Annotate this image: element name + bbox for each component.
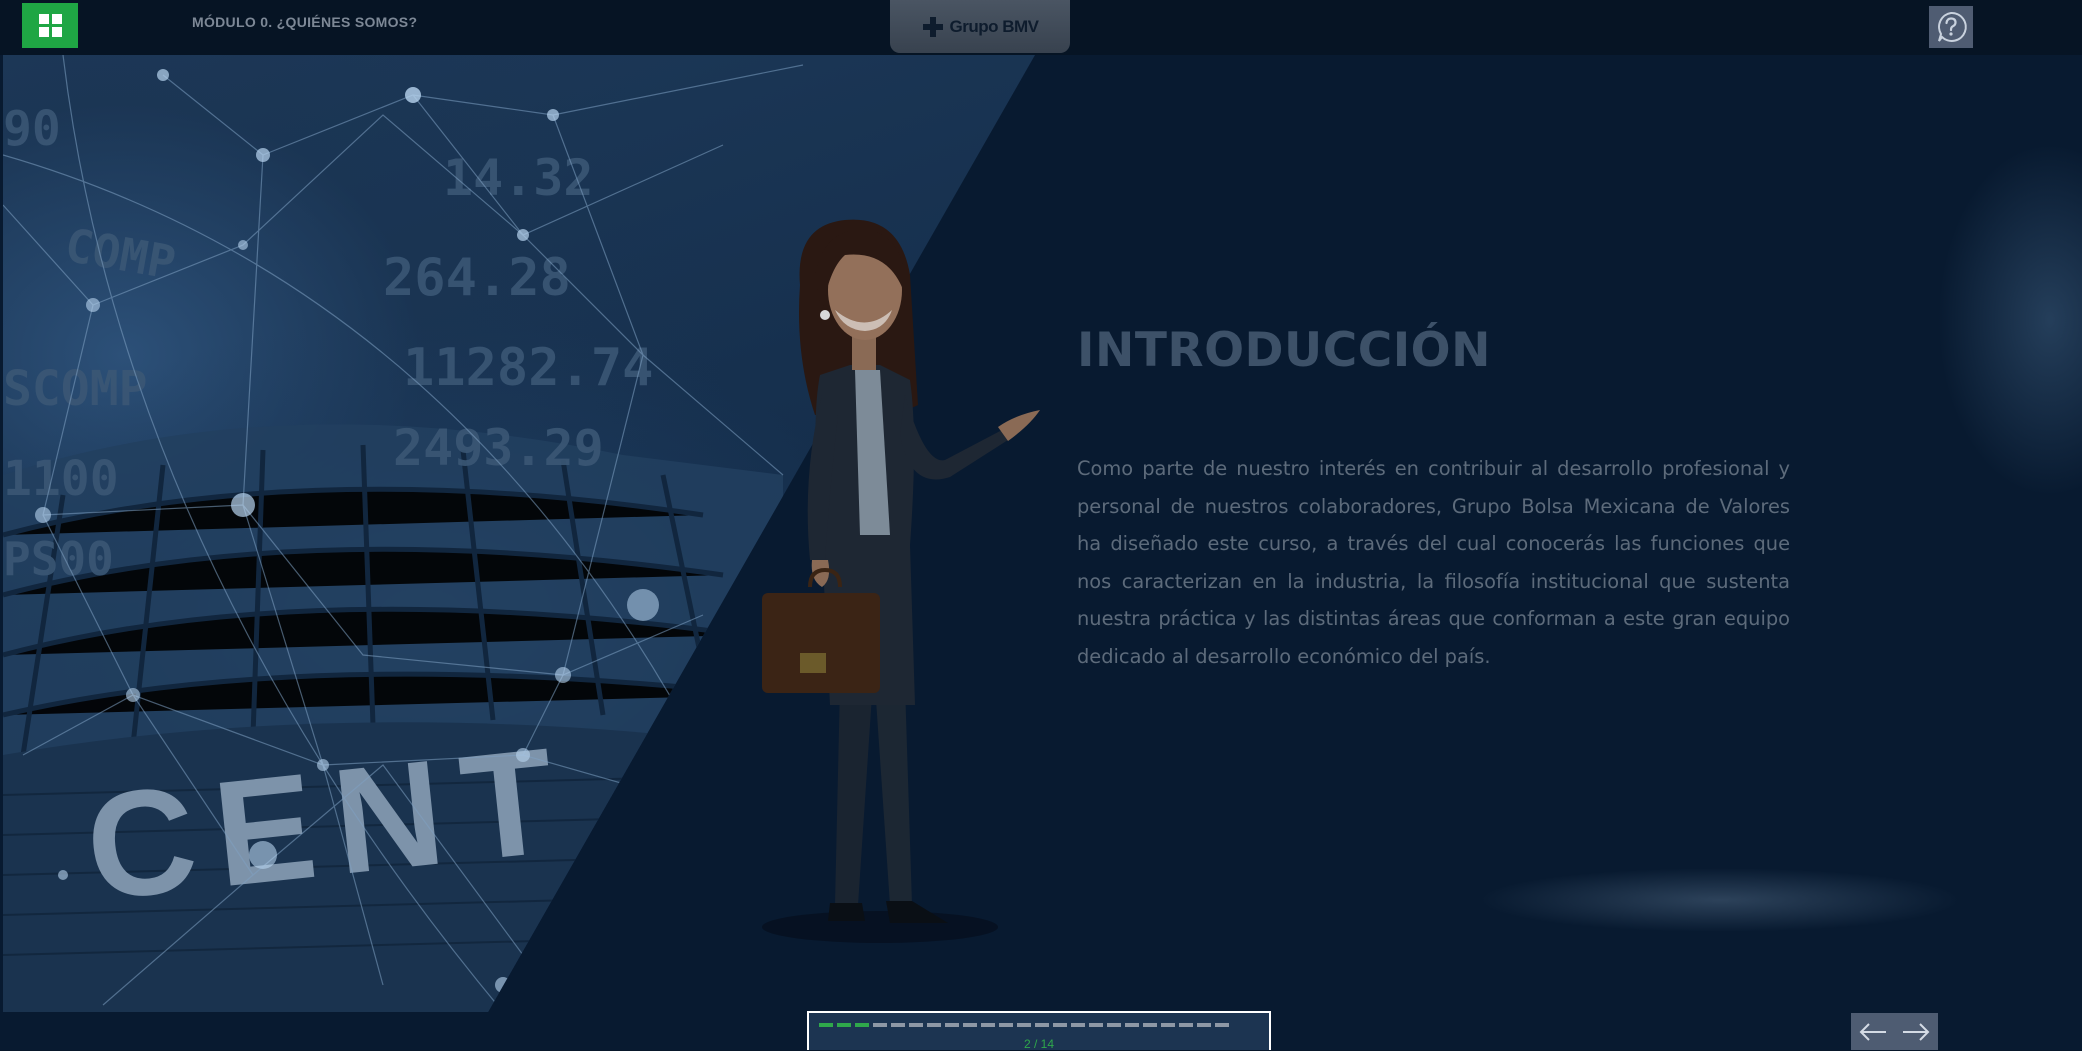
progress-segment (963, 1023, 977, 1027)
slide-navigation (1851, 1013, 1938, 1050)
ticker-text: PS00 (3, 532, 114, 586)
arrow-right-icon (1903, 1022, 1930, 1041)
progress-segment (1161, 1023, 1175, 1027)
progress-segment (855, 1023, 869, 1027)
slide-body-text: Como parte de nuestro interés en contrib… (1077, 457, 1790, 668)
progress-segment (1143, 1023, 1157, 1027)
progress-segment (1017, 1023, 1031, 1027)
progress-segment (909, 1023, 923, 1027)
ticker-text: 90 (3, 101, 61, 157)
ticker-text: COMP (61, 218, 179, 290)
progress-segment (1197, 1023, 1211, 1027)
progress-segment (1035, 1023, 1049, 1027)
progress-indicator: 2 / 14 (807, 1011, 1271, 1051)
ticker-text: 264.28 (383, 248, 571, 308)
progress-segment (891, 1023, 905, 1027)
ticker-text: 1100 (3, 451, 119, 507)
ticker-text: 2493.29 (393, 419, 604, 477)
progress-segment (1107, 1023, 1121, 1027)
progress-segment (945, 1023, 959, 1027)
next-button[interactable] (1898, 1017, 1934, 1047)
progress-segment (1215, 1023, 1229, 1027)
ticker-text: 11282.74 (403, 338, 653, 398)
progress-segment (1089, 1023, 1103, 1027)
background-swoosh (1300, 750, 2000, 1010)
progress-bar (819, 1023, 1229, 1027)
bmv-logo-icon (922, 16, 944, 38)
progress-segment (981, 1023, 995, 1027)
help-button[interactable] (1929, 6, 1973, 48)
grid-icon (38, 14, 62, 37)
page-counter: 2 / 14 (1023, 1037, 1055, 1051)
ticker-text: 14.32 (443, 149, 594, 207)
menu-button[interactable] (22, 3, 78, 48)
progress-segment (927, 1023, 941, 1027)
brand-logo: Grupo BMV (890, 0, 1070, 53)
module-title: MÓDULO 0. ¿QUIÉNES SOMOS? (192, 14, 418, 30)
course-slide: MÓDULO 0. ¿QUIÉNES SOMOS? Grupo BMV 90 C… (0, 0, 2082, 1051)
progress-segment (1053, 1023, 1067, 1027)
progress-segment (999, 1023, 1013, 1027)
background-glow (1800, 120, 2082, 620)
progress-segment (1125, 1023, 1139, 1027)
brand-name: Grupo BMV (949, 16, 1040, 36)
guide-character (762, 219, 1040, 943)
prev-button[interactable] (1855, 1017, 1891, 1047)
top-bar: MÓDULO 0. ¿QUIÉNES SOMOS? Grupo BMV (0, 0, 2082, 55)
progress-segment (1179, 1023, 1193, 1027)
help-chat-icon (1938, 11, 1967, 42)
progress-segment (873, 1023, 887, 1027)
progress-segment (819, 1023, 833, 1027)
slide-title: INTRODUCCIÓN (1077, 323, 1491, 378)
arrow-left-icon (1859, 1022, 1886, 1041)
progress-segment (837, 1023, 851, 1027)
ticker-text: SCOMP (3, 361, 148, 417)
progress-segment (1071, 1023, 1085, 1027)
